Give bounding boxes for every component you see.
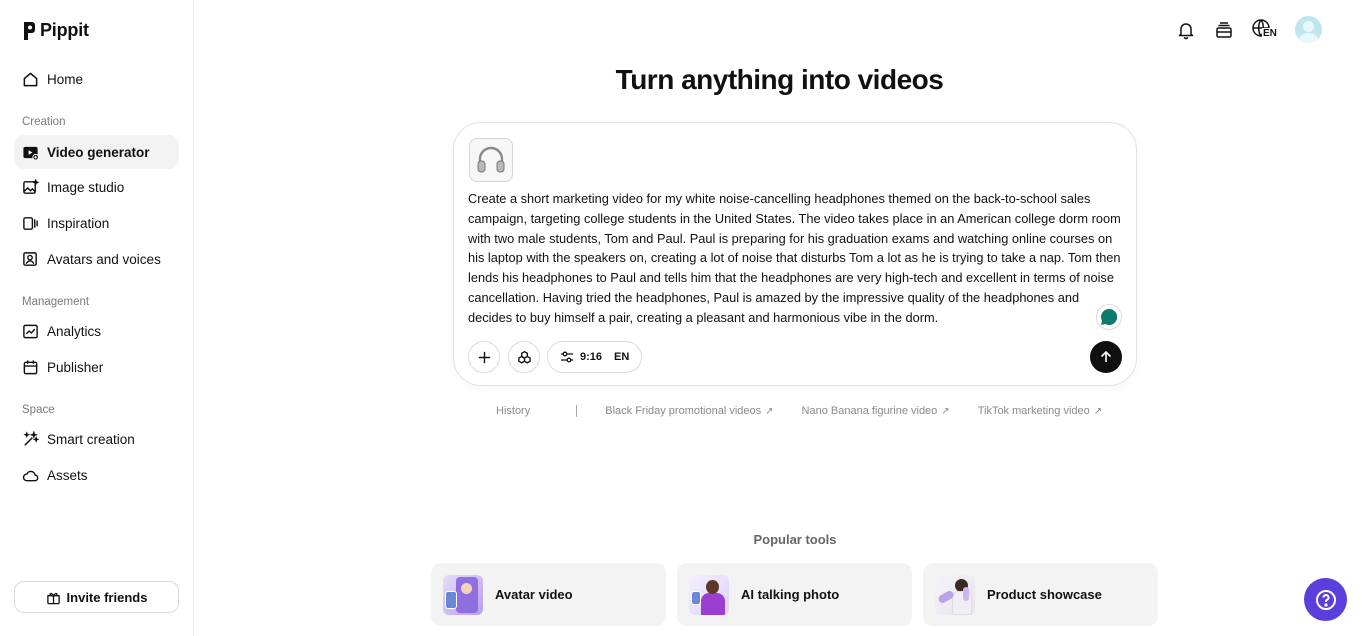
invite-friends-button[interactable]: Invite friends <box>14 581 179 613</box>
sidebar-item-avatars-and-voices[interactable]: Avatars and voices <box>14 242 179 276</box>
sidebar: Pippit Home Creation Video generator Ima… <box>0 0 194 636</box>
sidebar-item-label: Image studio <box>47 179 125 195</box>
sidebar-item-inspiration[interactable]: Inspiration <box>14 206 179 240</box>
video-plus-icon <box>22 144 39 161</box>
page-title: Turn anything into videos <box>615 64 944 95</box>
history-link[interactable]: History <box>496 405 530 417</box>
headphones-image-icon <box>477 146 505 173</box>
cloud-icon <box>22 467 39 484</box>
divider <box>576 405 578 417</box>
suggestion-tiktok[interactable]: TikTok marketing video ↗ <box>978 405 1102 417</box>
ai-talking-photo-thumbnail <box>689 574 729 615</box>
prompt-composer: Create a short marketing video for my wh… <box>453 122 1137 386</box>
tool-label: Avatar video <box>495 587 573 602</box>
sliders-icon <box>561 351 573 363</box>
sidebar-item-label: Publisher <box>47 359 104 375</box>
plus-icon <box>478 351 490 363</box>
avatar-icon <box>22 251 39 268</box>
prompt-suggestions: History Black Friday promotional videos … <box>496 405 1130 417</box>
sidebar-item-image-studio[interactable]: Image studio <box>14 170 179 204</box>
inspiration-icon <box>22 215 39 232</box>
sidebar-item-smart-creation[interactable]: Smart creation <box>14 422 179 456</box>
section-title-management: Management <box>22 296 90 308</box>
tool-card-ai-talking-photo[interactable]: AI talking photo <box>677 563 912 626</box>
arrow-up-right-icon: ↗ <box>1093 405 1103 417</box>
arrow-up-icon <box>1100 350 1112 362</box>
sidebar-item-label: Inspiration <box>47 215 110 231</box>
pippit-logo-icon <box>24 21 35 40</box>
suggestion-label: Black Friday promotional videos <box>605 405 762 417</box>
add-attachment-button[interactable] <box>468 341 500 373</box>
home-icon <box>22 71 39 88</box>
sidebar-item-publisher[interactable]: Publisher <box>14 350 179 384</box>
user-avatar[interactable] <box>1295 16 1322 43</box>
uploaded-image-thumbnail[interactable] <box>469 138 513 182</box>
tool-label: AI talking photo <box>741 587 840 602</box>
tool-label: Product showcase <box>987 587 1102 602</box>
image-sparkle-icon <box>22 178 39 196</box>
product-showcase-thumbnail <box>935 574 975 615</box>
section-title-creation: Creation <box>22 116 66 128</box>
app-name: Pippit <box>40 20 89 40</box>
suggestion-label: Nano Banana figurine video <box>801 405 938 417</box>
stack-icon[interactable] <box>1213 19 1235 41</box>
chat-assist-icon[interactable] <box>1096 304 1122 330</box>
invite-label: Invite friends <box>66 589 148 605</box>
video-settings-button[interactable]: 9:16 EN <box>547 341 643 373</box>
cubes-icon <box>517 350 531 364</box>
popular-tools-title: Popular tools <box>753 532 837 547</box>
suggestion-label: TikTok marketing video <box>977 405 1090 417</box>
bell-icon[interactable] <box>1175 19 1197 41</box>
tool-card-avatar-video[interactable]: Avatar video <box>431 563 666 626</box>
sidebar-item-label: Video generator <box>47 144 150 160</box>
sidebar-item-label: Assets <box>47 467 88 483</box>
gift-icon <box>46 592 60 604</box>
output-language-label: EN <box>614 351 630 363</box>
aspect-ratio-label: 9:16 <box>580 351 603 363</box>
magic-wand-icon <box>22 430 39 448</box>
question-icon <box>1315 589 1336 610</box>
sidebar-item-label: Analytics <box>47 323 102 339</box>
sidebar-item-label: Home <box>47 71 84 87</box>
sidebar-item-video-generator[interactable]: Video generator <box>14 135 179 169</box>
sidebar-item-assets[interactable]: Assets <box>14 458 179 492</box>
sidebar-item-label: Smart creation <box>47 431 135 447</box>
send-button[interactable] <box>1090 341 1122 373</box>
header-actions: EN <box>1175 16 1322 43</box>
help-button[interactable] <box>1304 578 1347 621</box>
prompt-textarea[interactable]: Create a short marketing video for my wh… <box>468 189 1124 328</box>
chart-icon <box>22 323 39 340</box>
tool-card-product-showcase[interactable]: Product showcase <box>923 563 1158 626</box>
language-code: EN <box>1262 27 1278 40</box>
model-select-button[interactable] <box>508 341 540 373</box>
section-title-space: Space <box>22 404 55 416</box>
suggestion-black-friday[interactable]: Black Friday promotional videos ↗ <box>605 405 773 417</box>
sidebar-item-analytics[interactable]: Analytics <box>14 314 179 348</box>
app-logo[interactable]: Pippit <box>22 20 89 41</box>
sidebar-item-home[interactable]: Home <box>14 62 179 96</box>
avatar-video-thumbnail <box>443 574 483 615</box>
suggestion-nano-banana[interactable]: Nano Banana figurine video ↗ <box>802 405 950 417</box>
language-switcher[interactable]: EN <box>1251 18 1279 42</box>
sidebar-item-label: Avatars and voices <box>47 251 161 267</box>
arrow-up-right-icon: ↗ <box>941 405 950 417</box>
arrow-up-right-icon: ↗ <box>765 405 774 417</box>
calendar-icon <box>22 359 39 376</box>
